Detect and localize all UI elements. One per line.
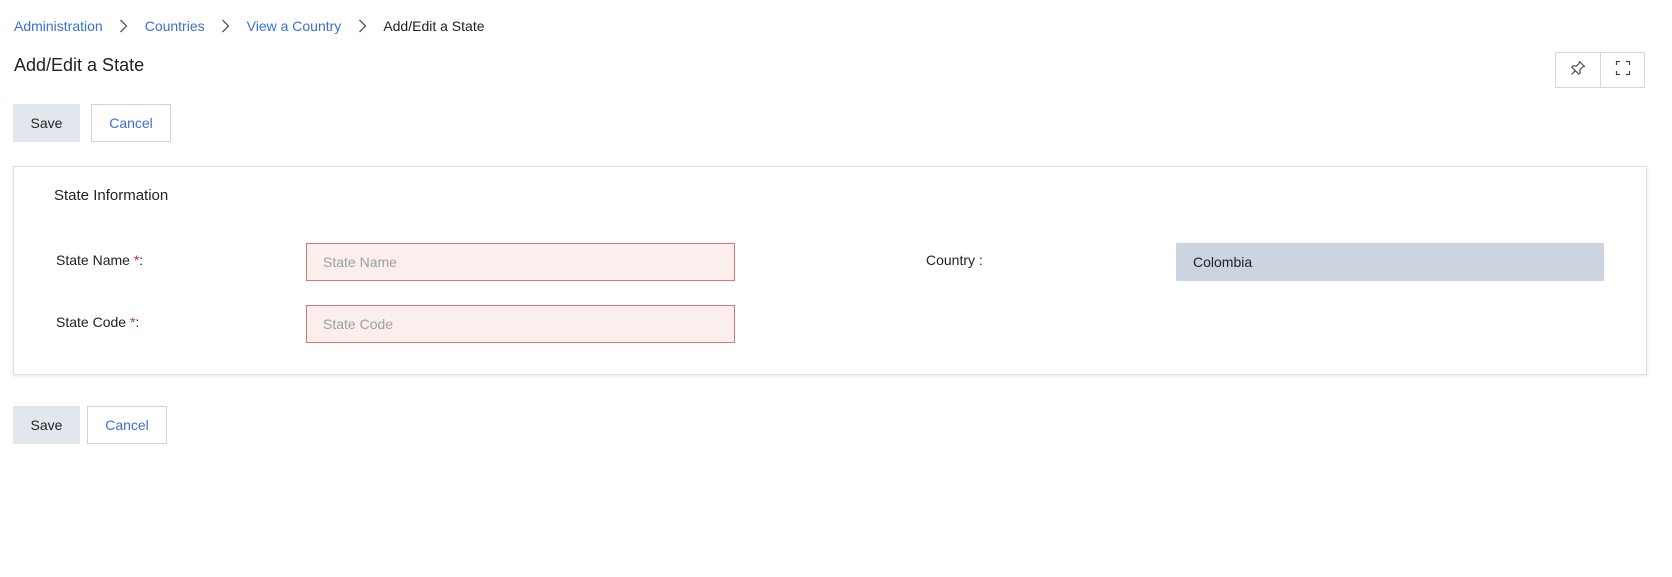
- pin-button[interactable]: [1556, 53, 1600, 87]
- state-name-input[interactable]: [306, 243, 735, 281]
- chevron-right-icon: [341, 16, 383, 36]
- label-suffix: :: [139, 252, 144, 268]
- save-button[interactable]: Save: [13, 104, 80, 142]
- country-label: Country :: [926, 252, 983, 268]
- state-information-panel: State Information State Name *: State Co…: [13, 166, 1647, 375]
- state-code-label-text: State Code: [56, 314, 127, 330]
- top-actions: Save Cancel: [13, 104, 171, 142]
- cancel-button[interactable]: Cancel: [91, 104, 171, 142]
- breadcrumb: Administration Countries View a Country …: [14, 16, 485, 36]
- pin-icon: [1570, 60, 1586, 81]
- breadcrumb-view-country[interactable]: View a Country: [247, 16, 342, 36]
- state-name-label: State Name *:: [56, 252, 143, 268]
- country-field: Colombia: [1176, 243, 1604, 281]
- breadcrumb-countries[interactable]: Countries: [145, 16, 205, 36]
- chevron-right-icon: [103, 16, 145, 36]
- add-edit-state-page: Administration Countries View a Country …: [0, 0, 1672, 577]
- save-button[interactable]: Save: [13, 406, 80, 444]
- state-code-label: State Code *:: [56, 314, 139, 330]
- state-code-input[interactable]: [306, 305, 735, 343]
- bottom-actions: Save Cancel: [13, 406, 167, 444]
- label-suffix: :: [135, 314, 140, 330]
- view-tools: [1555, 52, 1645, 88]
- chevron-right-icon: [205, 16, 247, 36]
- fullscreen-icon: [1615, 60, 1631, 81]
- page-title: Add/Edit a State: [14, 55, 145, 75]
- breadcrumb-current: Add/Edit a State: [383, 18, 485, 34]
- cancel-button[interactable]: Cancel: [87, 406, 167, 444]
- panel-title: State Information: [54, 187, 169, 204]
- fullscreen-button[interactable]: [1600, 53, 1644, 87]
- state-name-label-text: State Name: [56, 252, 130, 268]
- breadcrumb-administration[interactable]: Administration: [14, 16, 103, 36]
